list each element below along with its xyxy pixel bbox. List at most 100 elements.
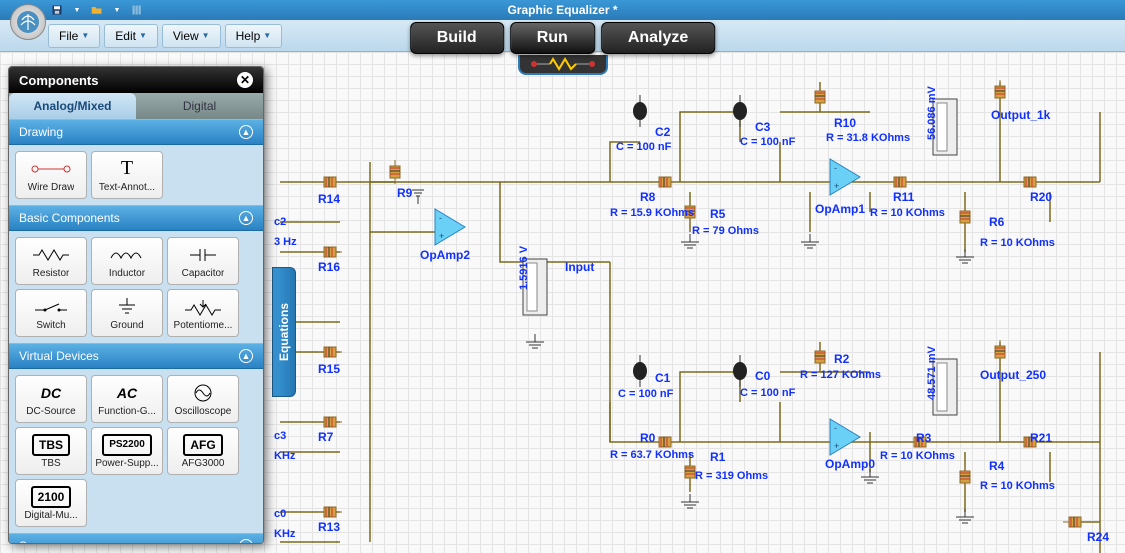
menu-view[interactable]: View▼ <box>162 24 221 48</box>
label-r8-val: R = 15.9 KOhms <box>610 207 694 219</box>
equations-tab-label: Equations <box>277 303 291 361</box>
components-panel: Components ✕ Analog/Mixed Digital Drawin… <box>8 66 264 544</box>
group-virtual-label: Virtual Devices <box>19 349 99 363</box>
menu-edit[interactable]: Edit▼ <box>104 24 158 48</box>
label-vmid: 1.5916 V <box>518 246 530 290</box>
component-label: AFG3000 <box>182 458 225 469</box>
label-c2-val: C = 100 nF <box>616 141 671 153</box>
group-sources-header[interactable]: Sources ▲ <box>9 533 263 543</box>
component-label: TBS <box>41 458 60 469</box>
group-basic-header[interactable]: Basic Components ▲ <box>9 205 263 231</box>
component-label: Digital-Mu... <box>24 510 77 521</box>
menu-edit-label: Edit <box>115 29 136 43</box>
label-r4-val: R = 10 KOhms <box>980 480 1055 492</box>
label-r9: R9 <box>397 186 412 200</box>
component-tbs[interactable]: TBSTBS <box>15 427 87 475</box>
component-text-annotation[interactable]: T Text-Annot... <box>91 151 163 199</box>
panel-close-button[interactable]: ✕ <box>237 72 253 88</box>
component-label: Oscilloscope <box>175 406 232 417</box>
component-label: Function-G... <box>98 406 156 417</box>
component-label: DC-Source <box>26 406 75 417</box>
label-out250: Output_250 <box>980 368 1046 382</box>
label-r1-val: R = 319 Ohms <box>695 470 768 482</box>
component-label: Resistor <box>33 268 70 279</box>
label-r15: R15 <box>318 362 340 376</box>
label-r0-val: R = 63.7 KOhms <box>610 449 694 461</box>
label-r21: R21 <box>1030 431 1052 445</box>
group-drawing-label: Drawing <box>19 125 63 139</box>
component-label: Potentiome... <box>174 320 233 331</box>
label-out250-val: 48.571 mV <box>926 346 938 400</box>
menu-help[interactable]: Help▼ <box>225 24 283 48</box>
label-c3: C3 <box>755 120 770 134</box>
open-icon[interactable] <box>88 2 106 18</box>
component-oscilloscope[interactable]: Oscilloscope <box>167 375 239 423</box>
label-r2-val: R = 127 KOhms <box>800 369 881 381</box>
component-label: Wire Draw <box>28 182 75 193</box>
menu-help-label: Help <box>236 29 261 43</box>
group-virtual-header[interactable]: Virtual Devices ▲ <box>9 343 263 369</box>
label-r5-val: R = 79 Ohms <box>692 225 759 237</box>
component-power-supply[interactable]: PS2200Power-Supp... <box>91 427 163 475</box>
label-r11-val: R = 10 KOhms <box>870 207 945 219</box>
label-c0-val: C = 100 nF <box>740 387 795 399</box>
tab-analyze[interactable]: Analyze <box>601 22 715 54</box>
open-dropdown-icon[interactable]: ▼ <box>108 2 126 18</box>
component-switch[interactable]: Switch <box>15 289 87 337</box>
label-c1-val: C = 100 nF <box>618 388 673 400</box>
menu-file[interactable]: File▼ <box>48 24 100 48</box>
tab-digital[interactable]: Digital <box>136 93 263 119</box>
label-r8: R8 <box>640 190 655 204</box>
label-opamp1: OpAmp1 <box>815 202 865 216</box>
save-dropdown-icon[interactable]: ▼ <box>68 2 86 18</box>
group-drawing-header[interactable]: Drawing ▲ <box>9 119 263 145</box>
component-digital-multimeter[interactable]: 2100Digital-Mu... <box>15 479 87 527</box>
app-logo[interactable] <box>10 4 46 40</box>
tab-run[interactable]: Run <box>510 22 595 54</box>
label-r1: R1 <box>710 450 725 464</box>
label-r6: R6 <box>989 215 1004 229</box>
label-c2: C2 <box>655 125 670 139</box>
label-input: Input <box>565 260 594 274</box>
label-r6-val: R = 10 KOhms <box>980 237 1055 249</box>
component-function-generator[interactable]: ACFunction-G... <box>91 375 163 423</box>
panel-titlebar[interactable]: Components ✕ <box>9 67 263 93</box>
component-label: Inductor <box>109 268 145 279</box>
collapse-icon: ▲ <box>239 349 253 363</box>
label-r16: R16 <box>318 260 340 274</box>
menu-file-label: File <box>59 29 78 43</box>
label-r11: R11 <box>893 190 914 204</box>
label-port-c0: c0 <box>274 508 286 520</box>
label-port-c3: c3 <box>274 430 286 442</box>
tab-analog[interactable]: Analog/Mixed <box>9 93 136 119</box>
component-capacitor[interactable]: Capacitor <box>167 237 239 285</box>
component-label: Switch <box>36 320 65 331</box>
component-afg3000[interactable]: AFGAFG3000 <box>167 427 239 475</box>
component-label: Text-Annot... <box>99 182 155 193</box>
component-potentiometer[interactable]: Potentiome... <box>167 289 239 337</box>
label-r3-val: R = 10 KOhms <box>880 450 955 462</box>
label-out1k-val: 56.086 mV <box>926 86 938 140</box>
label-r14: R14 <box>318 192 340 206</box>
label-r2: R2 <box>834 352 849 366</box>
component-wire-draw[interactable]: Wire Draw <box>15 151 87 199</box>
tab-build[interactable]: Build <box>410 22 504 54</box>
component-resistor[interactable]: Resistor <box>15 237 87 285</box>
grid-icon[interactable] <box>128 2 146 18</box>
menu-view-label: View <box>173 29 199 43</box>
label-c0: C0 <box>755 369 770 383</box>
component-ground[interactable]: Ground <box>91 289 163 337</box>
label-port-c2: c2 <box>274 216 286 228</box>
collapse-icon: ▲ <box>239 125 253 139</box>
component-inductor[interactable]: Inductor <box>91 237 163 285</box>
panel-body[interactable]: Drawing ▲ Wire Draw T Text-Annot... Basi… <box>9 119 263 543</box>
label-freq-khz3: KHz <box>274 528 295 540</box>
save-icon[interactable] <box>48 2 66 18</box>
component-label: Capacitor <box>182 268 225 279</box>
label-freq-hz: 3 Hz <box>274 236 297 248</box>
label-r7: R7 <box>318 430 333 444</box>
equations-tab[interactable]: Equations <box>272 267 296 397</box>
component-dc-source[interactable]: DCDC-Source <box>15 375 87 423</box>
label-r4: R4 <box>989 459 1004 473</box>
label-opamp0: OpAmp0 <box>825 457 875 471</box>
